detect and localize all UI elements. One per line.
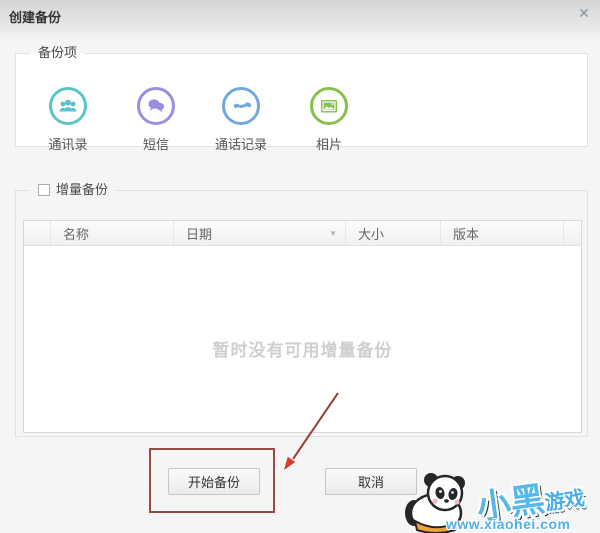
sms-icon	[137, 87, 175, 125]
table-header-row: 名称 日期 ▼ 大小 版本	[24, 221, 581, 246]
backup-item-label: 通话记录	[214, 137, 267, 152]
table-header-version[interactable]: 版本	[441, 221, 564, 245]
create-backup-dialog: 创建备份 ✕ 备份项 通讯录 短信 通话记录 相片 增量备份 名称 日期 ▼ 大…	[0, 0, 600, 533]
table-body: 暂时没有可用增量备份	[24, 246, 581, 433]
backup-item-label: 相片	[315, 137, 342, 152]
table-header-size[interactable]: 大小	[346, 221, 441, 245]
watermark-name-part2: 游戏	[543, 487, 587, 515]
backup-item-call-log[interactable]: 通话记录	[201, 87, 281, 153]
sort-descending-icon: ▼	[329, 228, 337, 238]
backup-item-photos[interactable]: 相片	[289, 87, 369, 153]
incremental-backup-label: 增量备份	[56, 182, 109, 197]
backup-items-group: 备份项 通讯录 短信 通话记录 相片	[15, 45, 588, 152]
backup-items-legend: 备份项	[38, 45, 78, 60]
incremental-backup-group: 增量备份 名称 日期 ▼ 大小 版本 暂时没有可用增量备份	[15, 182, 588, 437]
backup-item-label: 通讯录	[48, 137, 88, 152]
watermark: 小黑游戏 www.xiaohei.com	[398, 471, 600, 533]
photos-icon	[310, 87, 348, 125]
backup-item-contacts[interactable]: 通讯录	[28, 87, 108, 153]
incremental-backup-checkbox[interactable]	[38, 184, 50, 196]
call-log-icon	[222, 87, 260, 125]
titlebar: 创建备份 ✕	[0, 0, 600, 40]
watermark-url: www.xiaohei.com	[446, 516, 571, 532]
table-header-blank-end	[564, 221, 581, 245]
backup-item-sms[interactable]: 短信	[116, 87, 196, 153]
table-header-name[interactable]: 名称	[51, 221, 174, 245]
start-backup-button[interactable]: 开始备份	[168, 468, 260, 495]
incremental-backup-table: 名称 日期 ▼ 大小 版本 暂时没有可用增量备份	[23, 220, 582, 433]
dialog-title: 创建备份	[9, 10, 62, 25]
table-header-date-label: 日期	[186, 226, 213, 242]
contacts-icon	[49, 87, 87, 125]
backup-item-label: 短信	[142, 137, 169, 152]
incremental-backup-legend: 增量备份	[30, 182, 116, 198]
empty-state-message: 暂时没有可用增量备份	[212, 341, 393, 360]
close-icon[interactable]: ✕	[575, 4, 593, 22]
table-header-date[interactable]: 日期 ▼	[174, 221, 346, 245]
table-header-blank	[24, 221, 51, 245]
